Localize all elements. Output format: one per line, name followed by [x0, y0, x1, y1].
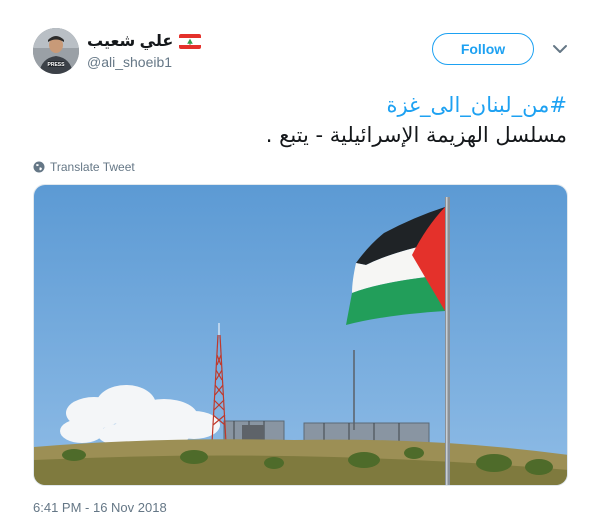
avatar-image: PRESS — [33, 28, 79, 74]
tweet-text: #من_لبنان_الى_غزة مسلسل الهزيمة الإسرائي… — [47, 90, 567, 150]
follow-button[interactable]: Follow — [432, 33, 534, 65]
avatar-badge-text: PRESS — [48, 62, 66, 68]
hashtag-link[interactable]: #من_لبنان_الى_غزة — [47, 90, 567, 120]
lebanon-flag-icon — [179, 33, 202, 49]
author-handle[interactable]: @ali_shoeib1 — [87, 54, 172, 70]
tweet-timestamp[interactable]: 6:41 PM - 16 Nov 2018 — [33, 500, 167, 515]
translate-tweet-link[interactable]: Translate Tweet — [33, 158, 135, 176]
tweet-photo[interactable] — [33, 184, 568, 486]
globe-icon — [33, 161, 45, 173]
tweet-body: مسلسل الهزيمة الإسرائيلية - يتبع . — [265, 123, 567, 147]
author-name-row: علي شعيب — [87, 30, 202, 52]
photo-palestinian-flag — [34, 185, 567, 485]
author-display-name[interactable]: علي شعيب — [87, 31, 173, 51]
chevron-down-icon[interactable] — [551, 42, 569, 56]
translate-label: Translate Tweet — [50, 160, 135, 174]
avatar[interactable]: PRESS — [33, 28, 79, 74]
